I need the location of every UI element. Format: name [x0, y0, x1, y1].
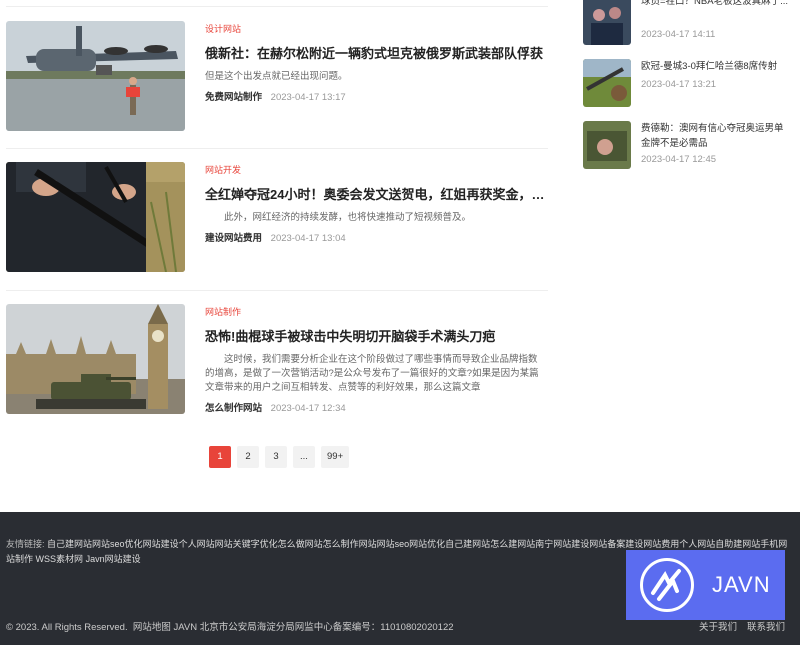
sidebar-item[interactable]: 费德勒：澳网有信心夺冠奥运男单金牌不是必需品 2023-04-17 12:45 [583, 121, 793, 171]
article-summary: 但是这个出发点就已经出现问题。 [205, 71, 348, 82]
sitemap-link[interactable]: 网站地图 [133, 622, 171, 633]
sidebar-thumbnail[interactable] [583, 0, 631, 45]
article-time: 2023-04-17 12:34 [270, 403, 346, 414]
page-button-1[interactable]: 1 [209, 446, 231, 468]
page-button-last[interactable]: 99+ [321, 446, 350, 468]
friend-link[interactable]: 怎么做网站 [278, 539, 323, 549]
friend-link[interactable]: WSS素材网 [36, 554, 84, 564]
sidebar-item[interactable]: 欧冠-曼城3-0拜仁哈兰德8席传射 2023-04-17 13:21 [583, 59, 793, 109]
friend-link[interactable]: 个人网站 [679, 539, 715, 549]
friend-link[interactable]: 网站备案 [589, 539, 625, 549]
copyright: © 2023. All Rights Reserved. 网站地图 JAVN 北… [6, 619, 454, 633]
sidebar-item[interactable]: 球员=牲口？NBA老板这波真麻了... 2023-04-17 14:11 [583, 0, 793, 47]
friend-link[interactable]: Javn网站建设 [86, 554, 141, 564]
friend-link[interactable]: 南宁网站建设 [535, 539, 589, 549]
article-author[interactable]: 免费网站制作 [205, 92, 262, 103]
friend-link[interactable]: 建设网站费用 [625, 539, 679, 549]
contact-link[interactable]: 联系我们 [747, 619, 785, 633]
friend-link[interactable]: 自助建网站 [715, 539, 760, 549]
icp-record[interactable]: JAVN 北京市公安局海淀分局网监中心备案编号：11010802020122 [174, 622, 454, 633]
divider [6, 290, 548, 291]
floating-logo[interactable]: JAVN [626, 550, 785, 620]
friend-link[interactable]: 网站优化 [409, 539, 445, 549]
page: 设计网站 俄新社：在赫尔松附近一辆豹式坦克被俄罗斯武装部队俘获 但是这个出发点就… [0, 0, 800, 645]
page-button-2[interactable]: 2 [237, 446, 259, 468]
sidebar-item-title[interactable]: 欧冠-曼城3-0拜仁哈兰德8席传射 [641, 59, 789, 74]
sidebar-thumbnail[interactable] [583, 59, 631, 107]
logo-text: JAVN [712, 572, 771, 597]
friend-links-label: 友情链接: [6, 539, 45, 549]
divider [6, 6, 548, 7]
article-summary: 此外，网红经济的持续发酵，也将快速推动了短视频普及。 [224, 212, 472, 223]
sidebar-item-time: 2023-04-17 13:21 [641, 79, 717, 90]
article-thumbnail-bigben[interactable] [6, 304, 185, 414]
friend-link[interactable]: 个人网站 [179, 539, 215, 549]
copyright-text: © 2023. All Rights Reserved. [6, 622, 128, 633]
sidebar-item-title[interactable]: 费德勒：澳网有信心夺冠奥运男单金牌不是必需品 [641, 121, 789, 151]
article-category[interactable]: 网站开发 [205, 164, 545, 176]
friend-link[interactable]: 怎么制作网站 [323, 539, 377, 549]
logo-icon [640, 558, 694, 612]
article-title[interactable]: 全红婵夺冠24小时！奥委会发文送贺电，红姐再获奖金，中... [205, 186, 545, 204]
article-summary: 这时候，我们需要分析企业在这个阶段做过了哪些事情而导致企业品牌指数的增高，是做了… [205, 354, 539, 393]
article-time: 2023-04-17 13:04 [270, 233, 346, 244]
friend-link[interactable]: 自己建网站 [445, 539, 490, 549]
pagination: 1 2 3 ... 99+ [209, 446, 350, 468]
article-category[interactable]: 设计网站 [205, 23, 545, 35]
divider [6, 148, 548, 149]
friend-link[interactable]: 网站seo优化 [92, 539, 143, 549]
page-button-3[interactable]: 3 [265, 446, 287, 468]
article-author[interactable]: 怎么制作网站 [205, 403, 262, 414]
article-item[interactable]: 网站制作 恐怖!曲棍球手被球击中失明切开脑袋手术满头刀疤 这时候，我们需要分析企… [6, 304, 548, 434]
sidebar-thumbnail[interactable] [583, 121, 631, 169]
friend-link[interactable]: 网站建设 [143, 539, 179, 549]
article-thumbnail-soldier[interactable] [6, 162, 185, 272]
about-link[interactable]: 关于我们 [699, 619, 737, 633]
page-ellipsis: ... [293, 446, 315, 468]
article-item[interactable]: 设计网站 俄新社：在赫尔松附近一辆豹式坦克被俄罗斯武装部队俘获 但是这个出发点就… [6, 21, 548, 133]
article-author[interactable]: 建设网站费用 [205, 233, 262, 244]
sidebar-item-time: 2023-04-17 12:45 [641, 154, 717, 165]
friend-link[interactable]: 怎么建网站 [490, 539, 535, 549]
friend-link[interactable]: 网站关键字优化 [215, 539, 278, 549]
sidebar-item-title[interactable]: 球员=牲口？NBA老板这波真麻了... [641, 0, 789, 9]
article-item[interactable]: 网站开发 全红婵夺冠24小时！奥委会发文送贺电，红姐再获奖金，中... 此外，网… [6, 162, 548, 274]
article-category[interactable]: 网站制作 [205, 306, 545, 318]
sidebar-item-time: 2023-04-17 14:11 [641, 29, 716, 40]
article-title[interactable]: 恐怖!曲棍球手被球击中失明切开脑袋手术满头刀疤 [205, 328, 545, 346]
friend-link[interactable]: 自己建网站 [47, 539, 92, 549]
article-time: 2023-04-17 13:17 [270, 92, 346, 103]
article-title[interactable]: 俄新社：在赫尔松附近一辆豹式坦克被俄罗斯武装部队俘获 [205, 45, 545, 63]
friend-link[interactable]: 网站seo [377, 539, 410, 549]
article-thumbnail-plane[interactable] [6, 21, 185, 131]
